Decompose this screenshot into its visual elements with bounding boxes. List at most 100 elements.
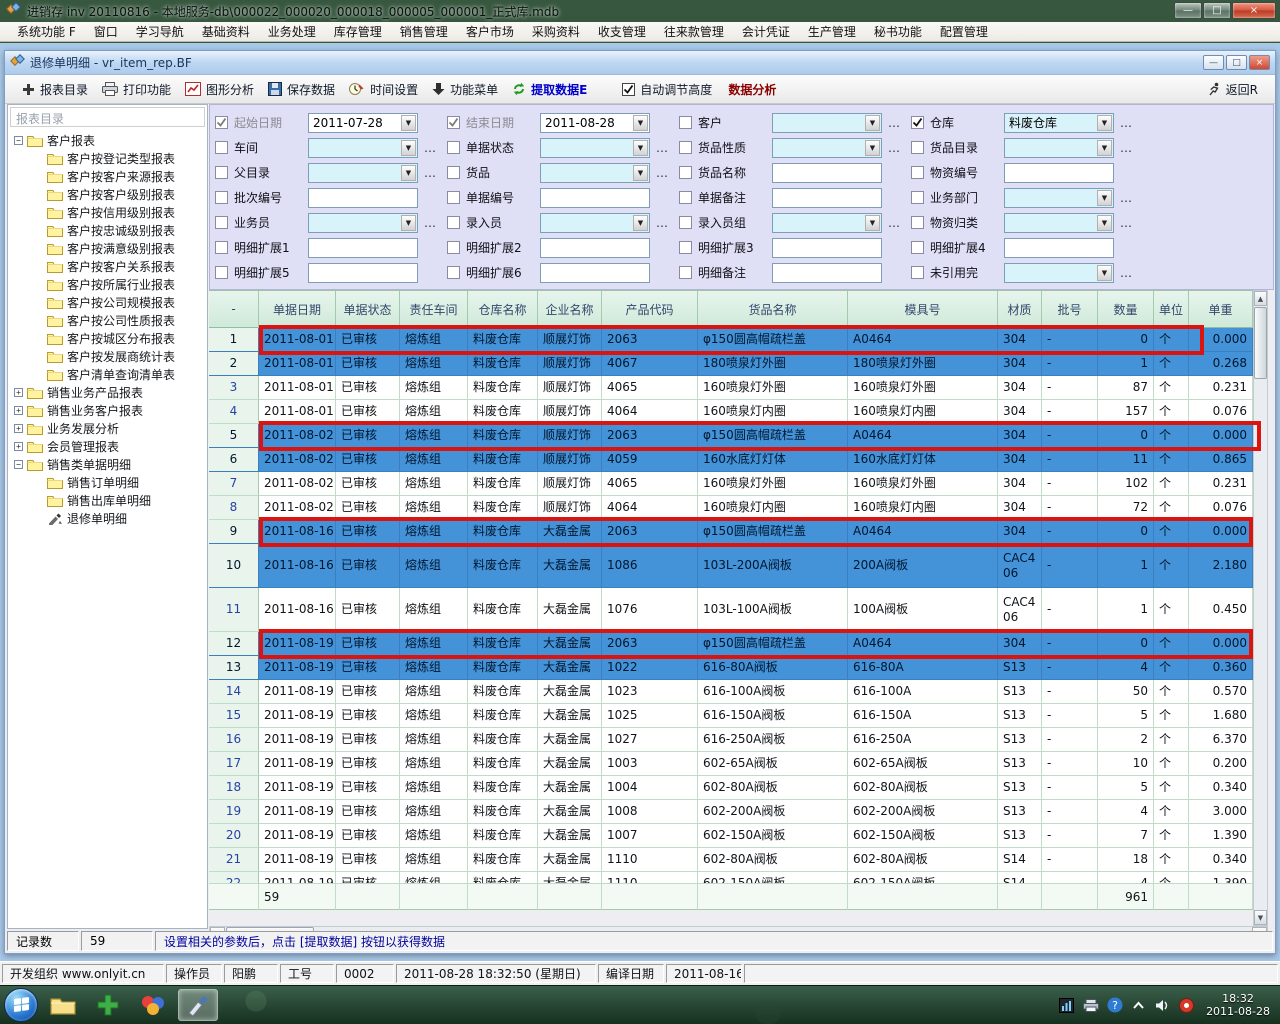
menu-item[interactable]: 库存管理 <box>325 21 391 42</box>
more-options-button[interactable]: … <box>888 141 901 155</box>
filter-combobox[interactable]: ▼ <box>308 138 418 158</box>
filter-input[interactable] <box>1004 163 1114 183</box>
taskbar-button-green-plus-app[interactable] <box>88 989 128 1021</box>
more-options-button[interactable]: … <box>888 216 901 230</box>
tray-security[interactable] <box>1178 997 1195 1014</box>
tree-item[interactable]: +销售业务客户报表 <box>8 401 207 419</box>
filter-checkbox[interactable] <box>447 216 460 229</box>
filter-checkbox[interactable] <box>215 241 228 254</box>
toolbar-button-function-menu[interactable]: 功能菜单 <box>425 78 505 101</box>
column-header[interactable]: 数量 <box>1098 291 1154 328</box>
more-options-button[interactable]: … <box>1120 116 1133 130</box>
tray-chevron-up[interactable] <box>1130 997 1147 1014</box>
filter-combobox[interactable]: ▼ <box>308 213 418 233</box>
scroll-up-button[interactable]: ▲ <box>1254 291 1267 306</box>
table-row[interactable]: 12011-08-01已审核熔炼组料废仓库顺展灯饰2063φ150圆高帽疏栏盖A… <box>209 328 1253 352</box>
filter-checkbox[interactable] <box>679 216 692 229</box>
column-header[interactable]: 单位 <box>1154 291 1189 328</box>
more-options-button[interactable]: … <box>1120 191 1133 205</box>
vertical-scrollbar[interactable]: ▲ ▼ <box>1253 290 1268 926</box>
column-header[interactable]: 货品名称 <box>698 291 848 328</box>
filter-input[interactable] <box>540 188 650 208</box>
filter-input[interactable] <box>308 263 418 283</box>
tray-volume[interactable] <box>1154 997 1171 1014</box>
tree-item[interactable]: 客户按城区分布报表 <box>8 329 207 347</box>
tree-item[interactable]: 客户清单查询清单表 <box>8 365 207 383</box>
tree-item[interactable]: −销售类单据明细 <box>8 455 207 473</box>
menu-item[interactable]: 学习导航 <box>127 21 193 42</box>
filter-checkbox[interactable] <box>447 116 460 129</box>
toolbar-button-extract-data[interactable]: 提取数据E <box>505 78 594 101</box>
filter-combobox[interactable]: ▼ <box>540 213 650 233</box>
tree-item[interactable]: 客户按登记类型报表 <box>8 149 207 167</box>
chevron-down-icon[interactable]: ▼ <box>633 140 648 156</box>
menu-item[interactable]: 会计凭证 <box>733 21 799 42</box>
filter-checkbox[interactable] <box>679 191 692 204</box>
more-options-button[interactable]: … <box>1120 216 1133 230</box>
filter-combobox[interactable]: ▼ <box>772 138 882 158</box>
more-options-button[interactable]: … <box>656 141 669 155</box>
chevron-down-icon[interactable]: ▼ <box>865 140 880 156</box>
menu-item[interactable]: 业务处理 <box>259 21 325 42</box>
table-row[interactable]: 222011-08-19已审核熔炼组料废仓库大磊金属1110602-150A阀板… <box>209 872 1253 884</box>
taskbar-button-brush-app[interactable] <box>178 989 218 1021</box>
tree-item[interactable]: +业务发展分析 <box>8 419 207 437</box>
menu-item[interactable]: 往来款管理 <box>655 21 733 42</box>
filter-combobox[interactable]: ▼ <box>772 213 882 233</box>
filter-checkbox[interactable] <box>215 191 228 204</box>
close-button[interactable]: × <box>1232 2 1276 19</box>
filter-checkbox[interactable] <box>215 116 228 129</box>
tree-item[interactable]: 客户按满意级别报表 <box>8 239 207 257</box>
column-header[interactable]: 模具号 <box>848 291 998 328</box>
expand-icon[interactable]: + <box>14 388 23 397</box>
maximize-button[interactable]: □ <box>1203 2 1231 19</box>
filter-combobox[interactable]: ▼ <box>540 138 650 158</box>
chevron-down-icon[interactable]: ▼ <box>1097 265 1112 281</box>
filter-checkbox[interactable] <box>911 166 924 179</box>
table-row[interactable]: 92011-08-16已审核熔炼组料废仓库大磊金属2063φ150圆高帽疏栏盖A… <box>209 520 1253 544</box>
filter-checkbox[interactable] <box>215 266 228 279</box>
taskbar-button-folder-app[interactable] <box>43 989 83 1021</box>
more-options-button[interactable]: … <box>424 216 437 230</box>
return-button[interactable]: 返回R <box>1200 78 1265 101</box>
chevron-down-icon[interactable]: ▼ <box>865 215 880 231</box>
filter-combobox[interactable]: ▼ <box>1004 263 1114 283</box>
vertical-scroll-thumb[interactable] <box>1254 307 1267 379</box>
collapse-icon[interactable]: − <box>14 460 23 469</box>
table-row[interactable]: 52011-08-02已审核熔炼组料废仓库顺展灯饰2063φ150圆高帽疏栏盖A… <box>209 424 1253 448</box>
chevron-down-icon[interactable]: ▼ <box>1097 115 1112 131</box>
chevron-down-icon[interactable]: ▼ <box>633 115 648 131</box>
filter-input[interactable] <box>772 163 882 183</box>
column-header[interactable]: 材质 <box>998 291 1042 328</box>
filter-combobox[interactable]: ▼ <box>540 163 650 183</box>
filter-input[interactable] <box>1004 238 1114 258</box>
filter-checkbox[interactable] <box>447 166 460 179</box>
table-row[interactable]: 152011-08-19已审核熔炼组料废仓库大磊金属1025616-150A阀板… <box>209 704 1253 728</box>
table-row[interactable]: 32011-08-01已审核熔炼组料废仓库顺展灯饰4065160喷泉灯外圈160… <box>209 376 1253 400</box>
filter-input[interactable] <box>308 238 418 258</box>
filter-input[interactable] <box>540 238 650 258</box>
auto-height-checkbox[interactable]: 自动调节高度 <box>616 78 718 101</box>
tree-item[interactable]: 客户按客户来源报表 <box>8 167 207 185</box>
filter-combobox[interactable]: ▼ <box>1004 188 1114 208</box>
table-row[interactable]: 112011-08-16已审核熔炼组料废仓库大磊金属1076103L-100A阀… <box>209 588 1253 632</box>
tree-item[interactable]: 销售出库单明细 <box>8 491 207 509</box>
filter-checkbox[interactable] <box>447 266 460 279</box>
chevron-down-icon[interactable]: ▼ <box>633 215 648 231</box>
column-header[interactable]: 企业名称 <box>538 291 602 328</box>
tree-item[interactable]: 客户按忠诚级别报表 <box>8 221 207 239</box>
menu-item[interactable]: 销售管理 <box>391 21 457 42</box>
filter-checkbox[interactable] <box>911 241 924 254</box>
filter-checkbox[interactable] <box>679 166 692 179</box>
column-header[interactable]: 单据日期 <box>259 291 336 328</box>
menu-item[interactable]: 采购资料 <box>523 21 589 42</box>
table-row[interactable]: 132011-08-19已审核熔炼组料废仓库大磊金属1022616-80A阀板6… <box>209 656 1253 680</box>
filter-input[interactable] <box>308 188 418 208</box>
toolbar-button-print[interactable]: 打印功能 <box>95 78 178 101</box>
chevron-down-icon[interactable]: ▼ <box>865 115 880 131</box>
filter-checkbox[interactable] <box>447 241 460 254</box>
table-row[interactable]: 162011-08-19已审核熔炼组料废仓库大磊金属1027616-250A阀板… <box>209 728 1253 752</box>
scroll-down-button[interactable]: ▼ <box>1254 910 1267 925</box>
table-row[interactable]: 102011-08-16已审核熔炼组料废仓库大磊金属1086103L-200A阀… <box>209 544 1253 588</box>
tray-printer-tray[interactable] <box>1082 997 1099 1014</box>
